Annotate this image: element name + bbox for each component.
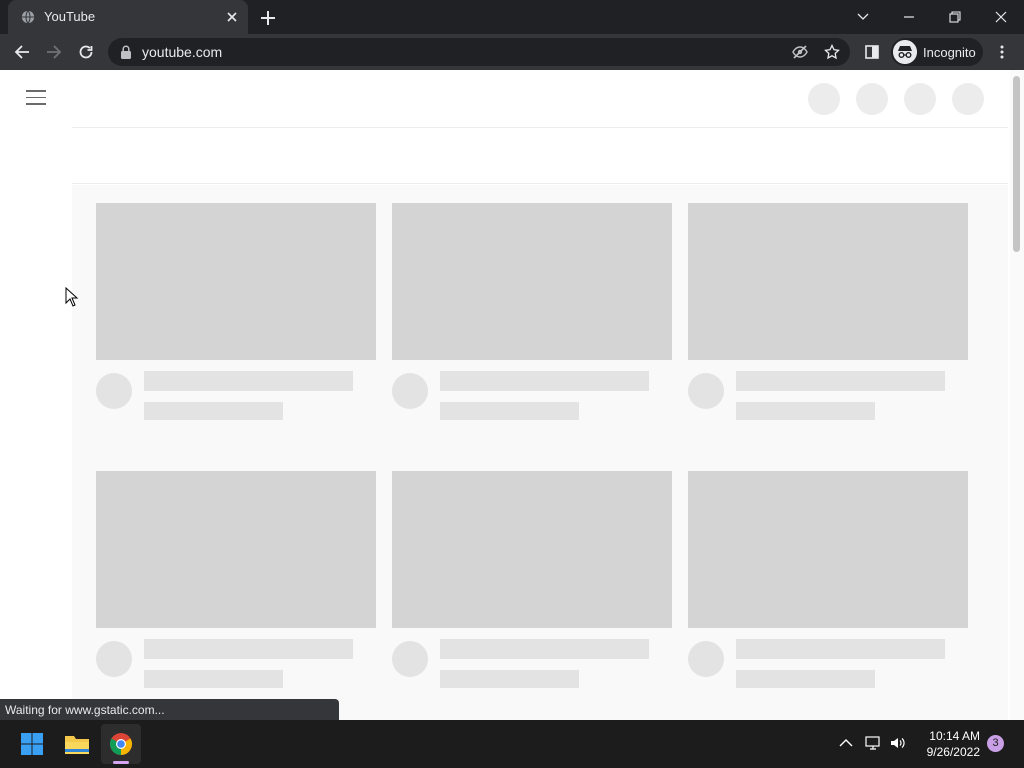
tab-title: YouTube [44,9,96,24]
bookmark-star-icon[interactable] [824,44,840,60]
chrome-taskbar-button[interactable] [101,724,141,764]
browser-menu-button[interactable] [988,38,1016,66]
scrollbar-thumb[interactable] [1013,76,1020,252]
title-placeholder [144,371,353,391]
start-button[interactable] [12,724,52,764]
chevron-up-icon[interactable] [837,734,855,752]
taskbar-clock[interactable]: 10:14 AM 9/26/2022 [918,728,980,760]
title-placeholder [736,639,945,659]
minimize-button[interactable] [886,0,932,34]
title-bar: YouTube [0,0,1024,34]
thumbnail-placeholder [688,203,968,360]
masthead-placeholder-circle [856,83,888,115]
side-panel-button[interactable] [858,38,886,66]
restore-icon [949,11,961,23]
side-panel-icon [865,45,879,59]
folder-icon [65,736,89,754]
close-tab-icon[interactable] [224,9,240,25]
video-feed-skeleton [72,185,1008,720]
title-placeholder [144,639,353,659]
back-button[interactable] [8,38,36,66]
eye-off-icon[interactable] [792,44,808,60]
thumbnail-placeholder [96,203,376,360]
meta-placeholder [736,670,875,688]
chrome-icon [110,733,132,755]
meta-placeholder [144,670,283,688]
masthead-placeholder-circle [952,83,984,115]
thumbnail-placeholder [688,471,968,628]
title-placeholder [440,371,649,391]
title-placeholder [736,371,945,391]
reload-icon [79,45,93,59]
tab-search-button[interactable] [840,0,886,34]
avatar-placeholder [96,373,132,409]
avatar-placeholder [688,373,724,409]
close-window-button[interactable] [978,0,1024,34]
minimize-icon [904,16,914,18]
close-icon [995,11,1007,23]
web-page [0,70,1024,720]
status-bubble: Waiting for www.gstatic.com... [0,699,339,720]
meta-placeholder [144,402,283,420]
mouse-cursor-icon [65,287,79,307]
thumbnail-placeholder [392,471,672,628]
status-text: Waiting for www.gstatic.com... [5,703,165,717]
meta-placeholder [440,670,579,688]
new-tab-icon[interactable] [258,8,278,28]
address-text: youtube.com [142,44,223,60]
meta-placeholder [736,402,875,420]
volume-icon[interactable] [889,734,907,752]
chip-bar-placeholder [72,127,1008,184]
notification-badge[interactable]: 3 [987,735,1004,752]
incognito-label: Incognito [923,45,976,60]
forward-arrow-icon [47,45,62,59]
network-icon[interactable] [864,734,882,752]
more-vertical-icon [1000,45,1004,59]
active-app-indicator [113,761,129,764]
globe-icon [21,10,35,24]
avatar-placeholder [96,641,132,677]
masthead [0,70,1010,127]
windows-logo-icon [21,733,43,755]
thumbnail-placeholder [392,203,672,360]
restore-button[interactable] [932,0,978,34]
incognito-icon [893,40,917,64]
avatar-placeholder [392,373,428,409]
title-placeholder [440,639,649,659]
tab-youtube[interactable]: YouTube [8,0,248,34]
thumbnail-placeholder [96,471,376,628]
address-bar[interactable]: youtube.com [108,38,850,66]
lock-icon[interactable] [120,45,132,59]
menu-icon[interactable] [26,90,46,106]
clock-time: 10:14 AM [929,729,980,743]
forward-button[interactable] [40,38,68,66]
avatar-placeholder [688,641,724,677]
meta-placeholder [440,402,579,420]
file-explorer-button[interactable] [57,724,97,764]
chevron-down-icon [857,13,869,20]
masthead-placeholder-circle [904,83,936,115]
taskbar: 10:14 AM 9/26/2022 3 [0,720,1024,768]
back-arrow-icon [14,45,29,59]
clock-date: 9/26/2022 [926,745,980,759]
incognito-profile-button[interactable]: Incognito [891,38,983,66]
reload-button[interactable] [72,38,100,66]
avatar-placeholder [392,641,428,677]
masthead-placeholder-circle [808,83,840,115]
browser-toolbar: youtube.com Incognito [0,34,1024,70]
